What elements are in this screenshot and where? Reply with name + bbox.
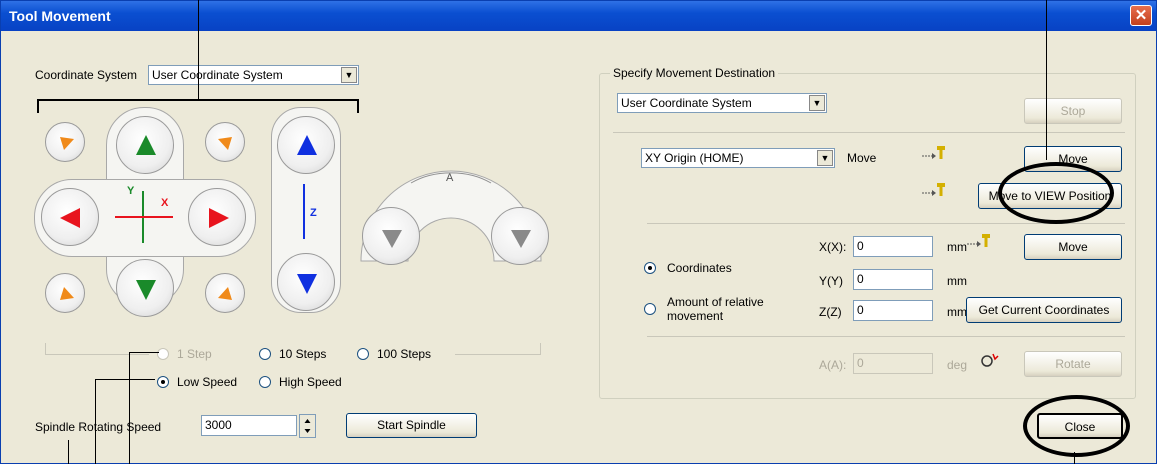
rotate-button[interactable]: Rotate (1024, 351, 1122, 377)
chevron-down-icon[interactable]: ▼ (341, 67, 357, 83)
rotate-icon (981, 353, 999, 367)
window-title: Tool Movement (9, 8, 111, 24)
close-window-icon[interactable]: ✕ (1130, 5, 1152, 26)
a-angle-input[interactable]: 0 (853, 353, 933, 374)
step-10-label: 10 Steps (279, 347, 327, 361)
jog-a-plus-button[interactable] (491, 207, 549, 265)
title-bar: Tool Movement ✕ (1, 1, 1156, 31)
arrow-down-left-icon (218, 137, 232, 150)
divider (613, 132, 1125, 133)
arrow-up-left-icon (218, 287, 232, 300)
callout-line-jog-pad (198, 0, 199, 100)
low-speed-radio[interactable] (157, 376, 169, 388)
divider (647, 336, 1125, 337)
coordinate-system-label: Coordinate System (35, 68, 138, 82)
jog-a-minus-button[interactable] (362, 207, 420, 265)
jog-down-right-button[interactable] (205, 273, 245, 313)
x-unit-label: mm (947, 240, 967, 254)
step-1-radio[interactable] (157, 348, 169, 360)
relative-movement-label: Amount of relative movement (667, 295, 764, 323)
step-100-radio[interactable] (357, 348, 369, 360)
z-coordinate-label: Z(Z) (819, 305, 842, 319)
tool-move-icon (922, 146, 945, 159)
y-coordinate-label: Y(Y) (819, 274, 843, 288)
a-unit-label: deg (947, 358, 968, 372)
stepper-arrows-icon (304, 419, 311, 433)
jog-z-plus-button[interactable] (277, 116, 335, 174)
arrow-up-right-icon (60, 287, 74, 300)
jog-z-minus-button[interactable] (277, 253, 335, 311)
jog-x-plus-button[interactable] (188, 188, 246, 246)
jog-down-left-button[interactable] (45, 273, 85, 313)
tool-move-icon (922, 183, 945, 196)
highlight-close (1023, 395, 1130, 457)
arrow-up-icon (297, 135, 317, 155)
spindle-speed-stepper[interactable] (299, 414, 316, 438)
arrow-down-icon (511, 230, 531, 248)
arrow-down-icon (136, 280, 156, 300)
chevron-down-icon[interactable]: ▼ (809, 95, 825, 111)
a-angle-label: A(A): (819, 358, 847, 372)
y-unit-label: mm (947, 274, 967, 288)
high-speed-label: High Speed (279, 375, 342, 389)
arrow-down-right-icon (60, 137, 74, 150)
y-axis-label: Y (127, 185, 135, 197)
x-coordinate-input[interactable]: 0 (853, 236, 933, 257)
start-spindle-button[interactable]: Start Spindle (346, 413, 477, 438)
highlight-move-to-view (998, 162, 1114, 224)
z-unit-label: mm (947, 305, 967, 319)
destination-coordinate-value: User Coordinate System (621, 96, 752, 110)
preset-move-label: Move (847, 151, 877, 165)
arrow-up-icon (136, 135, 156, 155)
arrow-down-icon (382, 230, 402, 248)
step-1-label: 1 Step (177, 347, 212, 361)
preset-position-value: XY Origin (HOME) (645, 151, 744, 165)
move-coordinates-button[interactable]: Move (1024, 234, 1122, 260)
y-coordinate-input[interactable]: 0 (853, 269, 933, 290)
coordinates-label: Coordinates (667, 261, 732, 275)
preset-position-select[interactable]: XY Origin (HOME) ▼ (641, 148, 835, 168)
chevron-down-icon[interactable]: ▼ (817, 150, 833, 166)
a-axis-label: A (446, 172, 454, 184)
xy-axis-icon (115, 191, 173, 243)
coordinates-radio[interactable] (644, 262, 656, 274)
step-10-radio[interactable] (259, 348, 271, 360)
low-speed-label: Low Speed (177, 375, 238, 389)
destination-coordinate-select[interactable]: User Coordinate System ▼ (617, 93, 827, 113)
jog-y-minus-button[interactable] (116, 259, 174, 317)
tool-movement-dialog: Tool Movement ✕ Coordinate System User C… (0, 0, 1157, 464)
callout-line-speed (95, 379, 96, 464)
callout-line-move-to-view (1046, 0, 1047, 160)
spindle-speed-label: Spindle Rotating Speed (35, 420, 162, 434)
arrow-left-icon (60, 208, 80, 228)
x-axis-label: X (161, 197, 169, 209)
z-axis-label: Z (310, 207, 317, 219)
z-coordinate-input[interactable]: 0 (853, 300, 933, 321)
jog-y-plus-button[interactable] (116, 116, 174, 174)
coordinate-system-value: User Coordinate System (152, 68, 283, 82)
z-axis-line (303, 184, 305, 239)
arrow-right-icon (209, 208, 229, 228)
spindle-speed-input[interactable]: 3000 (201, 415, 297, 436)
relative-movement-radio[interactable] (644, 303, 656, 315)
get-current-coordinates-button[interactable]: Get Current Coordinates (966, 297, 1122, 323)
arrow-down-icon (297, 274, 317, 294)
jog-up-left-button[interactable] (45, 122, 85, 162)
callout-line-step (129, 352, 130, 464)
stop-button[interactable]: Stop (1024, 98, 1122, 124)
callout-line-spindle (68, 440, 69, 464)
movement-destination-title: Specify Movement Destination (610, 66, 779, 80)
jog-up-right-button[interactable] (205, 122, 245, 162)
coordinate-system-select[interactable]: User Coordinate System ▼ (148, 65, 359, 85)
jog-x-minus-button[interactable] (41, 188, 99, 246)
tool-move-icon (967, 234, 990, 247)
x-coordinate-label: X(X): (819, 240, 847, 254)
step-100-label: 100 Steps (377, 347, 432, 361)
high-speed-radio[interactable] (259, 376, 271, 388)
